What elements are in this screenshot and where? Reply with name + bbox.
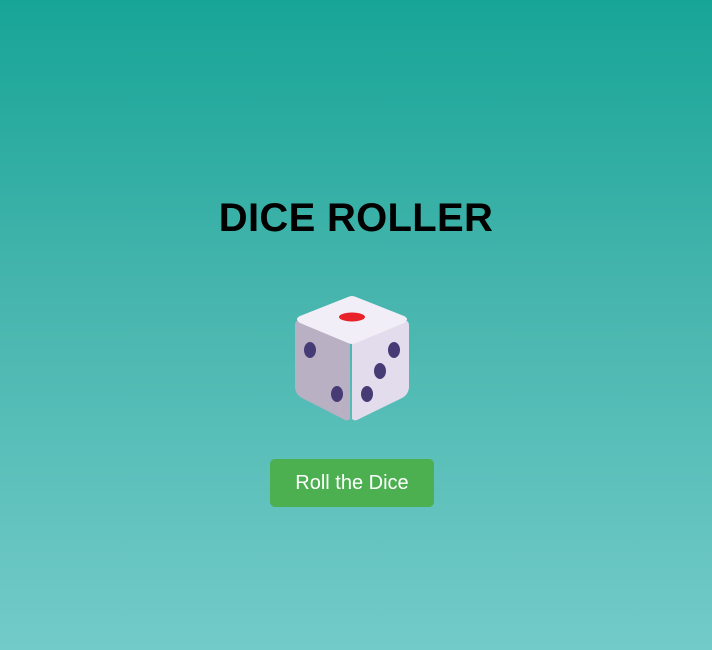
die-right-pip [374,363,386,379]
dice-roller-app: DICE ROLLER Roll the Dice [0,0,712,650]
die-top-pip [339,312,365,322]
die-left-pip [304,342,316,358]
roll-dice-button[interactable]: Roll the Dice [270,459,434,507]
die-icon [290,294,414,424]
die-left-pip [331,386,343,402]
die-right-pip [388,342,400,358]
page-title: DICE ROLLER [218,196,494,240]
die-graphic [295,296,409,421]
die-right-pip [361,386,373,402]
